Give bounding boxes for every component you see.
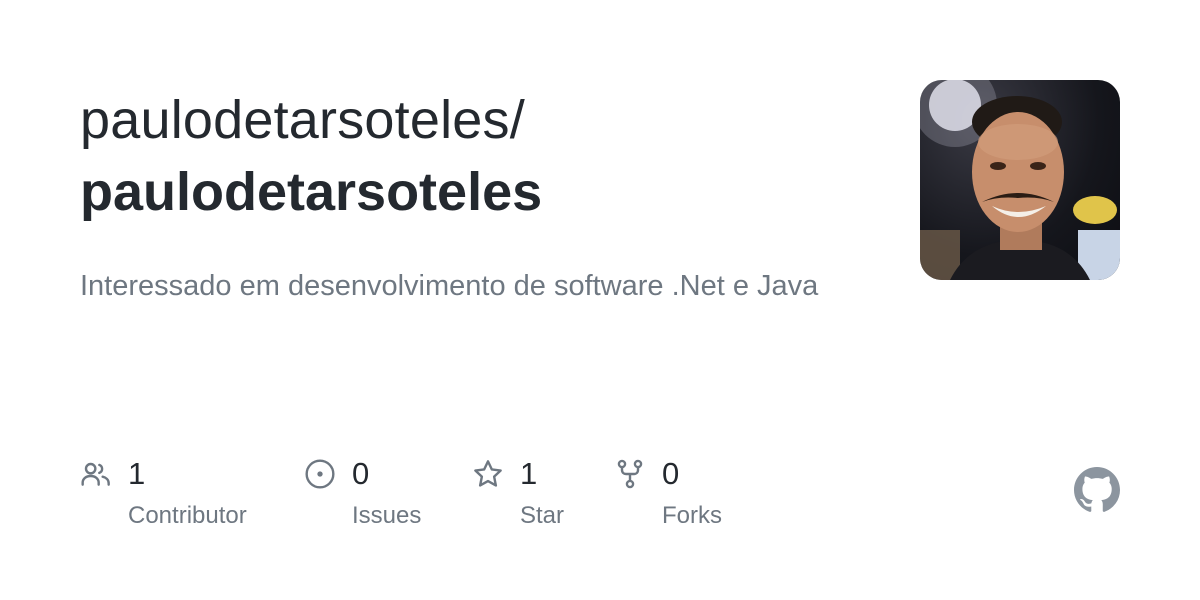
github-logo-icon[interactable] xyxy=(1074,467,1120,513)
contributors-count: 1 xyxy=(128,456,146,491)
forks-label: Forks xyxy=(662,502,722,529)
stars-label: Star xyxy=(520,502,565,529)
star-icon xyxy=(474,460,502,487)
forks-count: 0 xyxy=(662,456,680,491)
repo-owner[interactable]: paulodetarsoteles/ xyxy=(80,88,525,153)
avatar-photo xyxy=(920,80,1120,280)
repo-description: Interessado em desenvolvimento de softwa… xyxy=(80,270,819,302)
repo-forked-icon xyxy=(617,459,643,489)
stars-count: 1 xyxy=(520,456,538,491)
people-icon xyxy=(81,462,110,486)
avatar[interactable] xyxy=(920,80,1120,280)
issues-label: Issues xyxy=(352,502,422,529)
contributors-label: Contributor xyxy=(128,502,247,529)
issue-opened-icon xyxy=(305,459,335,489)
issues-count: 0 xyxy=(352,456,370,491)
repo-name[interactable]: paulodetarsoteles xyxy=(80,160,542,225)
